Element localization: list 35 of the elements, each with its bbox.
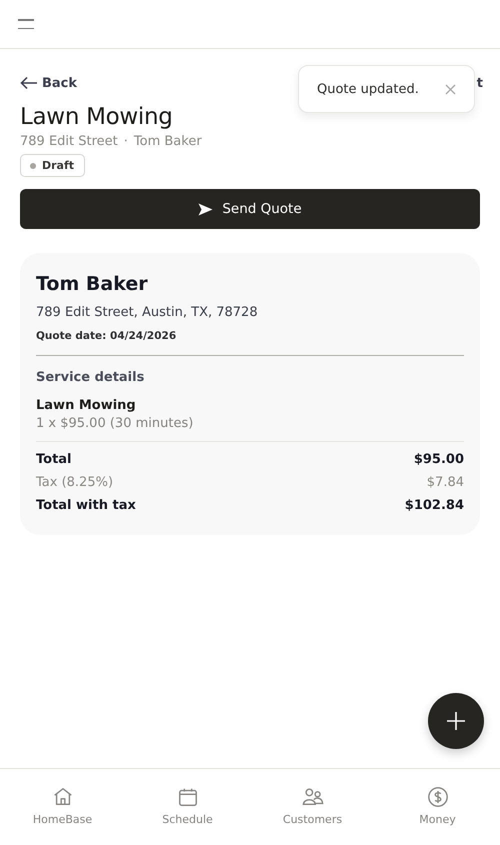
dollar-icon (426, 786, 448, 808)
menu-icon[interactable] (18, 19, 34, 29)
people-icon (302, 786, 324, 808)
customer-name: Tom Baker (36, 273, 149, 295)
nav-item[interactable]: Customers (250, 769, 375, 845)
address-text: 789 Edit Street, Austin, TX, 78728 (36, 305, 259, 320)
nav-item[interactable]: Schedule (125, 769, 250, 845)
calendar-icon (176, 786, 198, 808)
status-badge: Draft (20, 154, 86, 177)
service-detail: 1 x $95.00 (30 minutes) (36, 416, 194, 431)
separator-text: · (124, 134, 128, 149)
send-icon (198, 202, 214, 216)
nav-item[interactable]: HomeBase (0, 769, 125, 845)
send-quote-button[interactable]: Send Quote (20, 189, 480, 229)
total-label: Total (36, 452, 72, 467)
total-label: Total with tax (36, 498, 136, 513)
total-label: Tax (8.25%) (36, 475, 114, 490)
service-name: Lawn Mowing (36, 398, 137, 413)
total-value: $95.00 (414, 452, 464, 467)
header-link[interactable]: t (476, 76, 483, 90)
section-heading: Service details (36, 370, 146, 385)
plus-icon (447, 712, 465, 730)
nav-item[interactable]: Money (375, 769, 500, 845)
arrow-left-icon (20, 76, 38, 90)
customer-name: Tom Baker (134, 134, 202, 149)
total-value: $102.84 (404, 498, 464, 513)
add-button[interactable] (428, 693, 484, 749)
toast-message: Quote updated. (317, 82, 419, 96)
address-text: 789 Edit Street (20, 134, 118, 149)
close-icon[interactable] (445, 84, 456, 94)
total-value: $7.84 (426, 475, 464, 490)
page-title: Lawn Mowing (20, 104, 174, 130)
quote-date: Quote date: 04/24/2026 (36, 330, 178, 342)
back-button[interactable]: Back (20, 76, 78, 90)
home-icon (52, 786, 74, 808)
